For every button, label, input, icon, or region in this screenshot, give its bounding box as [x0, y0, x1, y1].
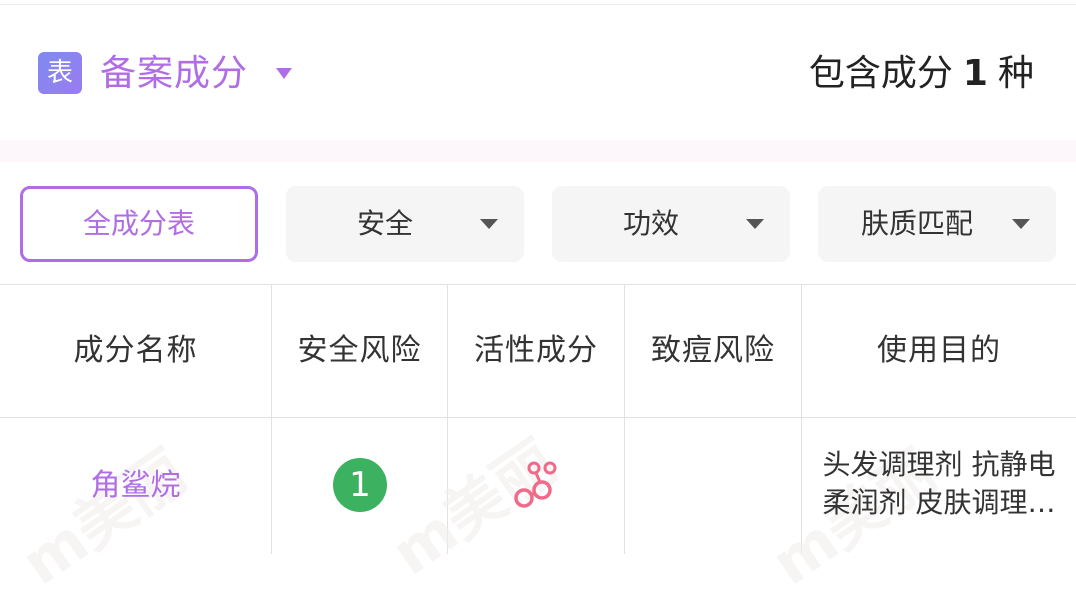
filter-label: 安全 [356, 207, 413, 240]
acne-risk-cell [625, 418, 801, 554]
molecule-icon [514, 461, 557, 508]
purpose-line: 头发调理剂 抗静电 [822, 448, 1056, 481]
ingredient-count: 包含成分 1 种 [809, 50, 1034, 98]
filter-all-ingredients[interactable]: 全成分表 [20, 186, 258, 262]
caret-down-icon[interactable] [276, 68, 292, 79]
safety-risk-cell: 1 [272, 418, 447, 554]
count-suffix: 种 [997, 53, 1034, 94]
filter-efficacy-dropdown[interactable]: 功效 [552, 186, 790, 262]
ingredient-header: 表 备案成分 包含成分 1 种 [0, 0, 1076, 140]
section-title-dropdown[interactable]: 备案成分 [100, 50, 248, 98]
filter-label: 肤质匹配 [860, 207, 973, 240]
filter-label: 功效 [622, 207, 679, 240]
purpose-cell: 头发调理剂 抗静电 柔润剂 皮肤调理… [802, 418, 1076, 582]
purpose-line: 柔润剂 皮肤调理… [822, 486, 1056, 519]
safety-risk-badge: 1 [333, 458, 387, 512]
filter-skin-match-dropdown[interactable]: 肤质匹配 [818, 186, 1056, 262]
column-header-safety-risk: 安全风险 [297, 333, 422, 368]
table-icon: 表 [38, 52, 82, 94]
ingredient-name-link[interactable]: 角鲨烷 [0, 418, 271, 554]
caret-down-icon [480, 219, 498, 229]
column-header-acne-risk: 致痘风险 [651, 333, 775, 368]
active-ingredient-cell [448, 418, 624, 554]
section-divider-band [0, 140, 1076, 162]
column-header-active: 活性成分 [474, 333, 598, 368]
filter-safety-dropdown[interactable]: 安全 [286, 186, 524, 262]
column-header-purpose: 使用目的 [877, 333, 1001, 368]
count-prefix: 包含成分 [808, 53, 953, 94]
caret-down-icon [1012, 219, 1030, 229]
filter-label: 全成分表 [82, 207, 195, 240]
column-header-name: 成分名称 [73, 333, 198, 368]
caret-down-icon [746, 219, 764, 229]
count-value: 1 [962, 53, 988, 94]
